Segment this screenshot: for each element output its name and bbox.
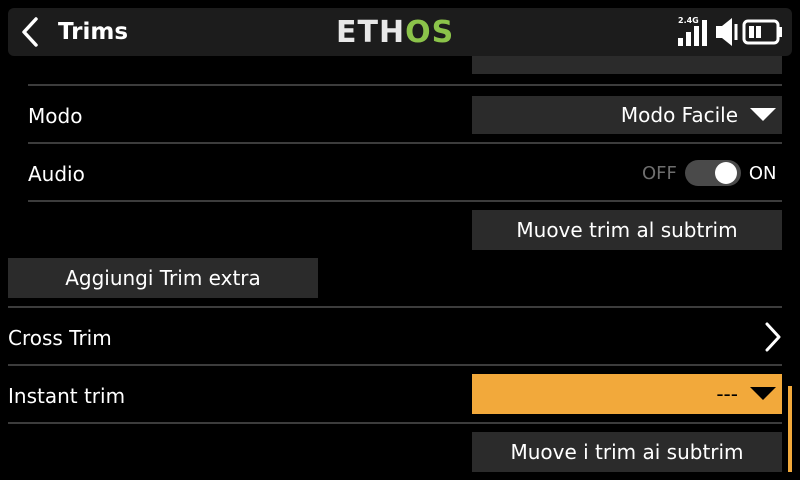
toggle-on-label: ON [748,162,777,184]
audio-toggle[interactable]: OFF ON [642,160,777,186]
move-trim-subtrim-label: Muove trim al subtrim [516,218,738,242]
modo-label: Modo [28,104,83,128]
instant-trim-label: Instant trim [8,384,126,408]
divider [8,422,782,424]
header: Trims ETHOS 2.4G [0,0,800,64]
modo-value: Modo Facile [620,103,738,127]
audio-label: Audio [28,162,85,186]
back-button[interactable] [8,8,52,56]
divider [28,200,782,202]
battery-icon [742,19,782,45]
logo-text-main: ETH [336,15,406,50]
volume-icon [716,18,738,46]
signal-band-label: 2.4G [678,16,699,25]
add-extra-trim-label: Aggiungi Trim extra [65,266,261,290]
logo-text-accent: OS [405,15,455,50]
toggle-track [684,160,741,186]
dropdown-arrow-icon [750,108,776,121]
move-trim-subtrim-button[interactable]: Muove trim al subtrim [472,210,782,250]
instant-trim-dropdown[interactable]: --- [472,374,782,414]
dropdown-arrow-icon [750,387,776,400]
divider [8,364,782,366]
move-trims-subtrims-label: Muove i trim ai subtrim [510,440,744,464]
add-extra-trim-button[interactable]: Aggiungi Trim extra [8,258,318,298]
cross-trim-row[interactable]: Cross Trim [0,308,800,364]
divider [28,84,782,86]
ethos-logo: ETHOS [336,17,454,49]
divider [28,142,782,144]
cross-trim-label: Cross Trim [8,326,112,350]
content-area: Modo Modo Facile Audio OFF ON Muove trim… [0,56,800,480]
toggle-knob [714,162,737,184]
back-icon [22,17,38,47]
scrollbar[interactable] [788,386,792,472]
chevron-right-icon [765,322,781,352]
instant-trim-value: --- [716,382,738,406]
modo-dropdown[interactable]: Modo Facile [472,96,782,134]
page-title: Trims [58,19,129,45]
toggle-off-label: OFF [642,162,677,184]
move-trims-subtrims-button[interactable]: Muove i trim ai subtrim [472,432,782,472]
previous-row-field[interactable] [472,56,782,74]
status-icons: 2.4G [676,14,788,50]
